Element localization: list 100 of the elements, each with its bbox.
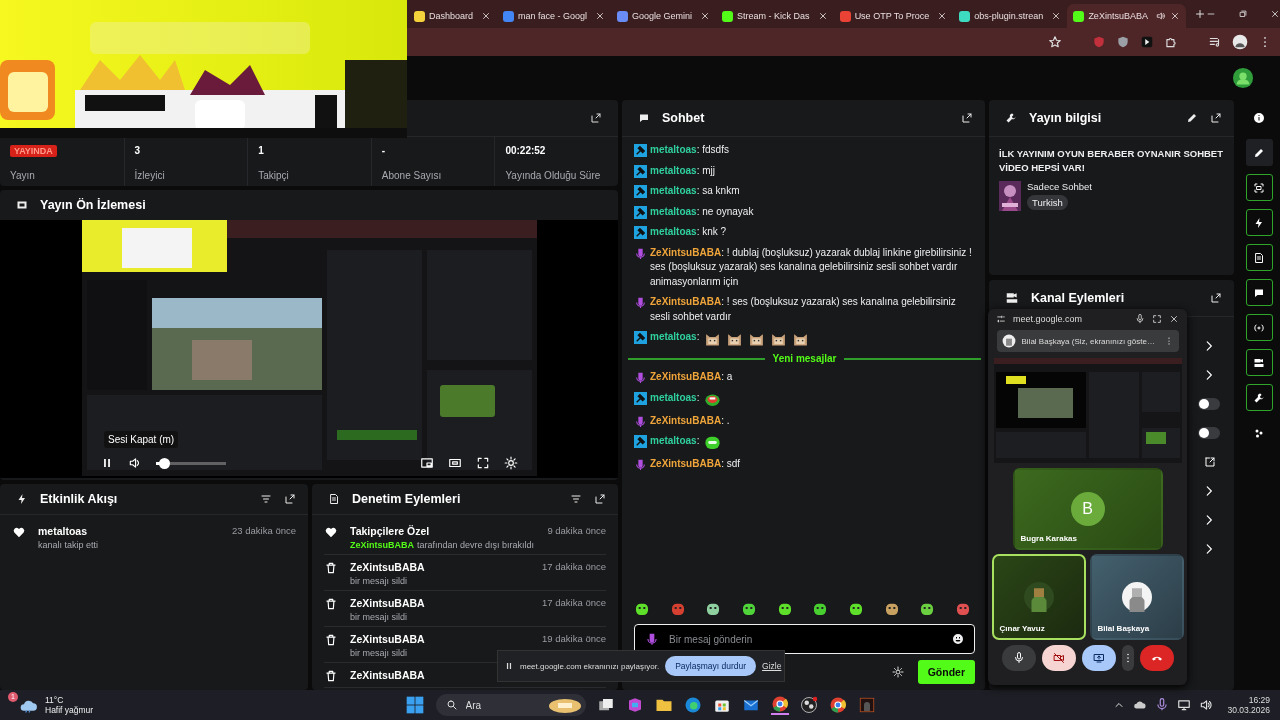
- hang-up-button[interactable]: [1139, 645, 1174, 671]
- puzzle-icon[interactable]: [1164, 35, 1178, 49]
- new-tab-icon[interactable]: [1193, 8, 1206, 20]
- close-icon[interactable]: [1269, 9, 1280, 19]
- chrome-icon[interactable]: [770, 695, 789, 715]
- browser-tab[interactable]: Google Gemini: [611, 4, 717, 28]
- toggle-switch[interactable]: [1198, 426, 1220, 439]
- emote-icon[interactable]: [812, 601, 829, 617]
- broadcast-button[interactable]: [1245, 314, 1273, 341]
- tag[interactable]: Turkish: [1027, 195, 1068, 210]
- send-button[interactable]: Gönder: [917, 660, 975, 684]
- pencil-icon[interactable]: [1186, 112, 1198, 124]
- more-button[interactable]: [1121, 645, 1134, 671]
- document-button[interactable]: [1245, 244, 1273, 271]
- close-icon[interactable]: [937, 11, 948, 21]
- playlist-icon[interactable]: [1208, 35, 1222, 49]
- clock-time[interactable]: 16:29: [1248, 694, 1270, 705]
- theater-icon[interactable]: [448, 456, 462, 470]
- bolt-button[interactable]: [1245, 209, 1273, 236]
- stop-sharing-button[interactable]: Paylaşmayı durdur: [665, 656, 757, 676]
- cloud-icon[interactable]: [1133, 698, 1148, 712]
- pip-icon[interactable]: [420, 456, 434, 470]
- tune-icon[interactable]: [996, 314, 1006, 324]
- expand-icon[interactable]: [961, 112, 973, 124]
- chat-input-box[interactable]: Bir mesaj gönderin: [634, 624, 975, 654]
- camera-off-icon: [1052, 652, 1065, 664]
- close-icon[interactable]: [1169, 11, 1180, 21]
- settings-icon[interactable]: [891, 666, 904, 678]
- close-icon[interactable]: [1169, 314, 1179, 324]
- browser-tab[interactable]: obs-plugin.strean: [953, 4, 1068, 28]
- chat-message: metaltoas:: [650, 330, 700, 344]
- play-icon[interactable]: [1140, 35, 1154, 49]
- browser-tab[interactable]: ZeXintsuBABA: [1067, 4, 1186, 28]
- category-name[interactable]: Sadece Sohbet: [1027, 181, 1092, 192]
- monitor-icon[interactable]: [1177, 698, 1192, 712]
- participant-tile[interactable]: B Bugra Karakas: [1012, 468, 1163, 550]
- expand-icon[interactable]: [594, 493, 606, 505]
- hide-link[interactable]: Gizle: [762, 661, 782, 671]
- profile-avatar[interactable]: [1232, 67, 1254, 89]
- camera-button[interactable]: [1245, 349, 1273, 376]
- camera-button[interactable]: [1041, 645, 1076, 671]
- expand-icon[interactable]: [1210, 112, 1222, 124]
- chrome-icon[interactable]: [828, 696, 847, 714]
- close-icon[interactable]: [700, 11, 711, 21]
- volume-icon[interactable]: [128, 456, 142, 470]
- emote-icon[interactable]: [740, 601, 757, 617]
- clock-date[interactable]: 30.03.2026: [1227, 705, 1270, 716]
- obs-icon[interactable]: [799, 696, 818, 714]
- expand-icon[interactable]: [284, 493, 296, 505]
- restore-icon[interactable]: [1237, 9, 1248, 19]
- pencil-button[interactable]: [1245, 139, 1273, 166]
- search-bar[interactable]: Ara: [435, 694, 586, 716]
- emoji-icon[interactable]: [952, 633, 964, 645]
- emote-icon[interactable]: [919, 601, 936, 617]
- star-icon[interactable]: [1048, 35, 1062, 49]
- browser-tab[interactable]: Use OTP To Proce: [833, 4, 954, 28]
- stat-label: Yayında Olduğu Süre: [505, 170, 601, 181]
- chat-button[interactable]: [1245, 279, 1273, 306]
- emote-icon[interactable]: [954, 601, 971, 617]
- filter-icon[interactable]: [570, 493, 582, 505]
- emote-icon[interactable]: [705, 601, 722, 617]
- emote-icon[interactable]: [776, 601, 793, 617]
- message-field[interactable]: Bir mesaj gönderin: [667, 632, 944, 646]
- emote-icon[interactable]: [634, 601, 650, 617]
- video-player[interactable]: Sesi Kapat (m): [0, 220, 618, 478]
- external-link-icon[interactable]: [1204, 455, 1216, 468]
- search-icon[interactable]: [445, 699, 458, 711]
- shield-icon[interactable]: [1116, 35, 1130, 49]
- game-icon[interactable]: [857, 696, 876, 714]
- close-icon[interactable]: [595, 11, 606, 21]
- filter-icon[interactable]: [260, 493, 272, 505]
- search-highlight-icon[interactable]: [547, 697, 582, 713]
- browser-tab[interactable]: Stream - Kick Das: [716, 4, 834, 28]
- fullscreen-icon[interactable]: [476, 456, 490, 470]
- emote-icon[interactable]: [847, 601, 864, 617]
- present-button[interactable]: [1081, 645, 1116, 671]
- heart-icon: [12, 525, 26, 539]
- screen-button[interactable]: [1245, 174, 1273, 201]
- expand-icon[interactable]: [1210, 292, 1222, 304]
- emote-icon[interactable]: [883, 601, 900, 617]
- presenter-chip[interactable]: Bilal Başkaya (Siz, ekranınızı göste…: [996, 330, 1179, 352]
- expand-icon[interactable]: [590, 112, 602, 124]
- microphone-button[interactable]: [1001, 645, 1036, 671]
- browser-tab[interactable]: man face - Googl: [497, 4, 612, 28]
- expand-icon[interactable]: [1152, 314, 1162, 324]
- close-icon[interactable]: [481, 11, 492, 21]
- microphone-icon[interactable]: [1135, 314, 1145, 324]
- participant-tile[interactable]: Bilal Başkaya: [1089, 554, 1184, 640]
- profile-avatar[interactable]: [1232, 34, 1248, 50]
- browser-icon[interactable]: [683, 696, 702, 714]
- participant-tile[interactable]: Çınar Yavuz: [991, 554, 1086, 640]
- microphone-icon[interactable]: [1155, 698, 1170, 712]
- start-icon[interactable]: [404, 695, 425, 715]
- search-field[interactable]: Ara: [463, 698, 542, 712]
- close-icon[interactable]: [817, 11, 828, 21]
- browser-tab[interactable]: Dashboard: [408, 4, 498, 28]
- close-icon[interactable]: [1051, 11, 1062, 21]
- wrench-button[interactable]: [1245, 384, 1273, 411]
- speaker-icon[interactable]: [1199, 698, 1214, 712]
- toggle-switch[interactable]: [1198, 397, 1220, 410]
